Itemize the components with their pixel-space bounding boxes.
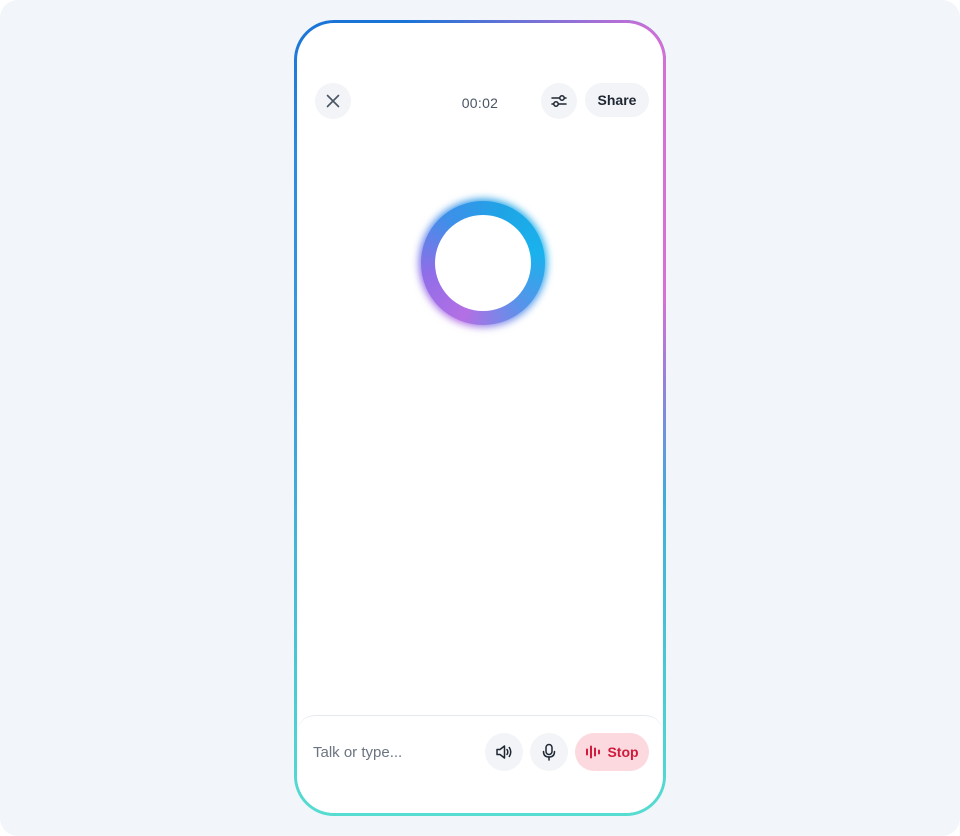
stop-label: Stop — [607, 744, 639, 760]
composer-bar: Stop — [297, 715, 663, 813]
speaker-button[interactable] — [485, 733, 523, 771]
waveform-icon — [585, 744, 601, 760]
share-button[interactable]: Share — [585, 83, 649, 117]
microphone-icon — [539, 742, 559, 762]
voice-activity-orb — [419, 199, 547, 327]
talk-input[interactable] — [313, 736, 483, 768]
voice-session-screen: 00:02 Share Talk or type... Stop — [297, 23, 663, 813]
stop-button[interactable]: Stop — [575, 733, 649, 771]
app-background: 00:02 Share Talk or type... Stop — [0, 0, 960, 836]
speaker-icon — [494, 742, 514, 762]
orb-center — [435, 215, 531, 311]
voice-session-frame: 00:02 Share Talk or type... Stop — [294, 20, 666, 816]
settings-button[interactable] — [541, 83, 577, 119]
microphone-button[interactable] — [530, 733, 568, 771]
sliders-icon — [550, 92, 568, 110]
